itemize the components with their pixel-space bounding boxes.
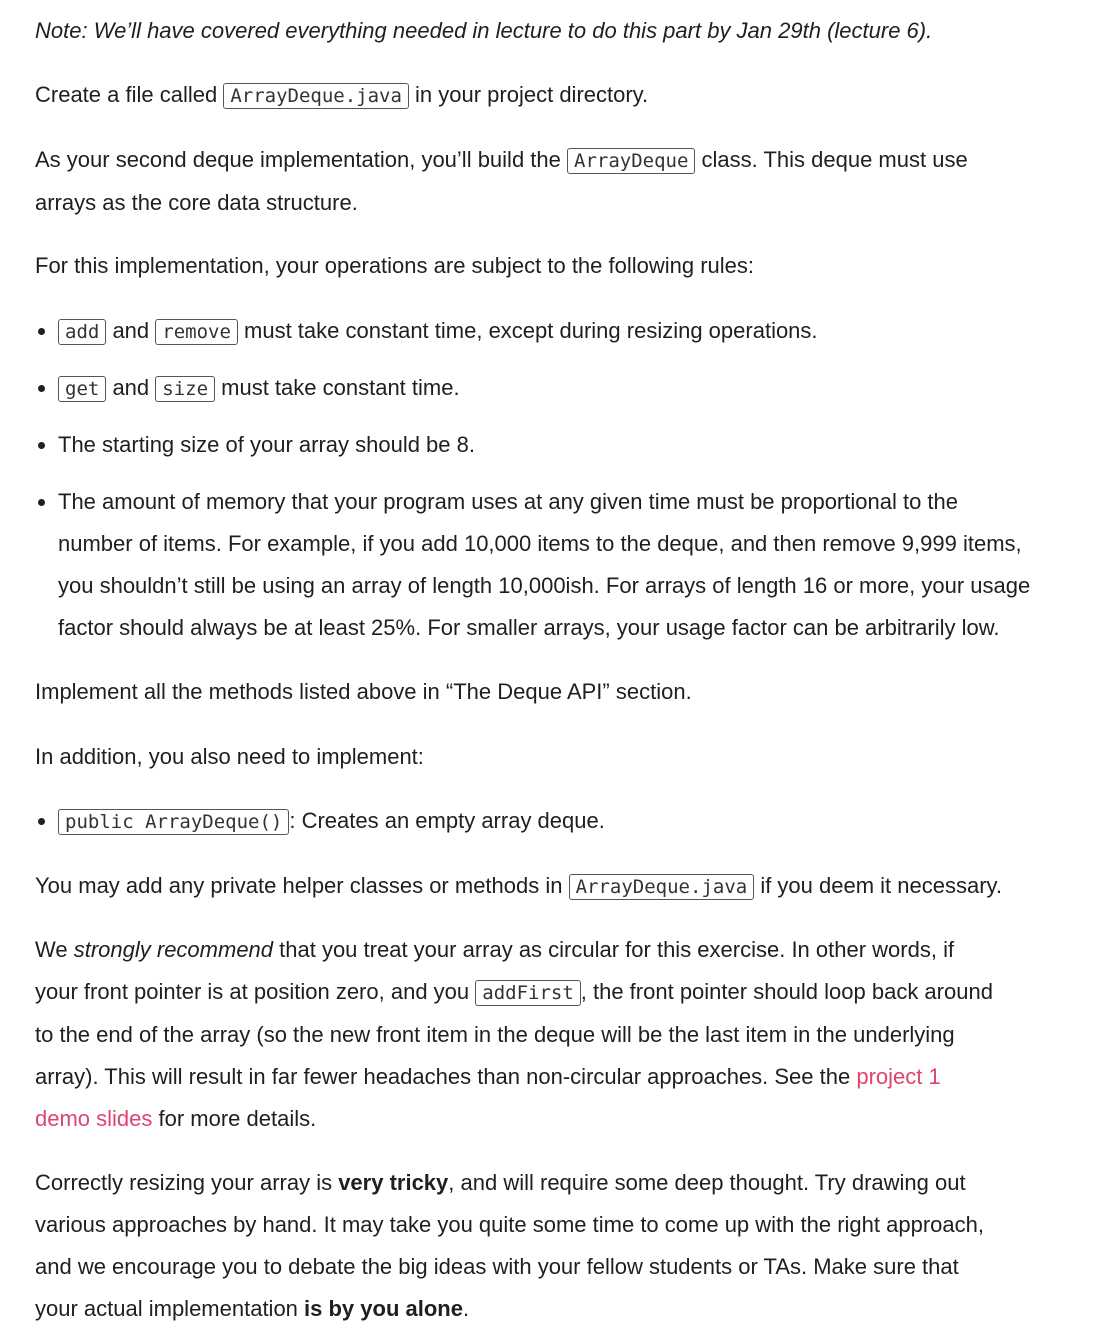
rule-item-memory: The amount of memory that your program u… (35, 481, 1030, 649)
in-addition-paragraph: In addition, you also need to implement: (35, 744, 424, 769)
project-1-demo-slides-link-cont[interactable]: demo slides (35, 1106, 152, 1131)
rule-item-starting-size: The starting size of your array should b… (35, 424, 475, 466)
create-file-paragraph: Create a file called ArrayDeque.java in … (35, 82, 649, 109)
code-addfirst: addFirst (475, 980, 581, 1006)
code-constructor: public ArrayDeque() (58, 809, 290, 835)
implement-all-paragraph: Implement all the methods listed above i… (35, 679, 692, 704)
second-deque-paragraph: As your second deque implementation, you… (35, 147, 968, 215)
code-arraydeque-java: ArrayDeque.java (223, 83, 409, 109)
helper-classes-paragraph: You may add any private helper classes o… (35, 873, 1003, 900)
code-arraydeque: ArrayDeque (567, 148, 696, 174)
rules-list: add and remove must take constant time, … (35, 310, 818, 353)
rule-item-get-size: get and size must take constant time. (35, 367, 460, 410)
code-add: add (58, 319, 107, 345)
code-get: get (58, 376, 107, 402)
code-remove: remove (155, 319, 238, 345)
resizing-paragraph: Correctly resizing your array is very tr… (35, 1170, 984, 1321)
constructor-list: public ArrayDeque(): Creates an empty ar… (35, 800, 605, 843)
constructor-item: public ArrayDeque(): Creates an empty ar… (35, 800, 605, 843)
circular-recommendation-paragraph: We strongly recommend that you treat you… (35, 937, 993, 1131)
code-size: size (155, 376, 216, 402)
project-1-demo-slides-link[interactable]: project 1 (856, 1064, 940, 1089)
rules-intro-paragraph: For this implementation, your operations… (35, 253, 755, 278)
rule-item-add-remove: add and remove must take constant time, … (35, 310, 818, 353)
note-paragraph: Note: We’ll have covered everything need… (35, 18, 933, 43)
code-arraydeque-java-2: ArrayDeque.java (568, 874, 755, 900)
